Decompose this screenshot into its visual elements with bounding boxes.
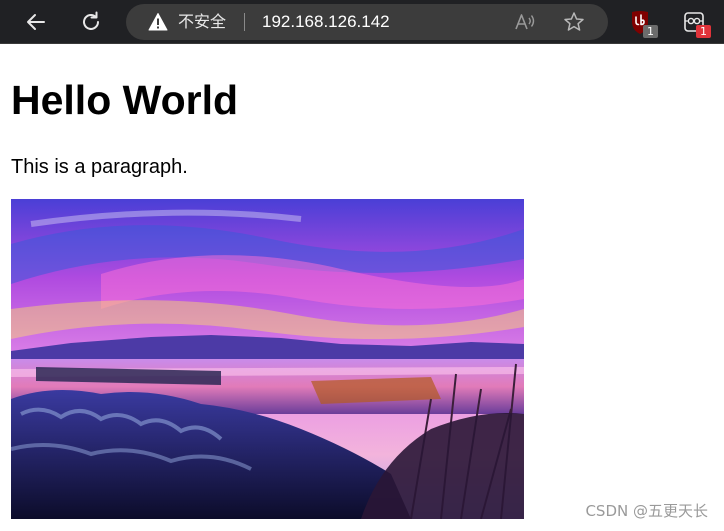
address-bar[interactable]: 不安全 192.168.126.142 (126, 4, 608, 40)
read-aloud-icon[interactable] (514, 12, 536, 32)
url-text[interactable]: 192.168.126.142 (262, 11, 390, 33)
page-content: Hello World This is a paragraph. CSDN @五… (0, 45, 724, 531)
reload-icon (83, 11, 99, 30)
security-status-label[interactable]: 不安全 (178, 11, 226, 33)
page-heading: Hello World (11, 77, 239, 123)
address-divider (244, 13, 245, 31)
extension-button[interactable]: 1 (681, 8, 711, 38)
watermark: CSDN @五更天长 (585, 502, 708, 520)
back-button[interactable] (21, 7, 51, 37)
browser-toolbar: 不安全 192.168.126.142 1 1 (0, 0, 724, 44)
extension-badge: 1 (696, 25, 711, 38)
back-arrow-icon (27, 14, 45, 30)
ublock-origin-extension-button[interactable]: 1 (628, 8, 658, 38)
reload-button[interactable] (76, 7, 106, 37)
star-icon[interactable] (563, 11, 585, 33)
page-paragraph: This is a paragraph. (11, 156, 188, 178)
sunset-lake-image (11, 199, 524, 519)
extension-badge: 1 (643, 25, 658, 38)
warning-icon[interactable] (148, 12, 168, 32)
landscape-photo (11, 199, 524, 519)
